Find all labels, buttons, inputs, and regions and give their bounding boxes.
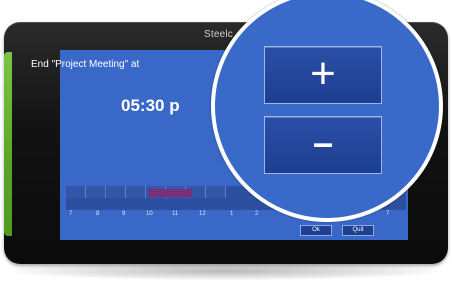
hour-label: 9 bbox=[122, 211, 126, 217]
decrease-time-button[interactable]: – bbox=[264, 116, 382, 174]
hour-label: 7 bbox=[386, 211, 390, 217]
hour-label: 10 bbox=[146, 211, 153, 217]
timeline-slot[interactable] bbox=[206, 186, 226, 198]
timeline-slot[interactable] bbox=[66, 186, 86, 198]
timeline-slot[interactable] bbox=[86, 186, 106, 198]
event-message: End "Project Meeting" at bbox=[31, 59, 140, 70]
accent-strip bbox=[4, 52, 12, 236]
hour-label: 8 bbox=[96, 211, 100, 217]
device-shadow bbox=[14, 262, 438, 280]
hour-label: 1 bbox=[230, 211, 234, 217]
plus-icon: + bbox=[310, 49, 336, 98]
zoom-magnifier: + – bbox=[211, 0, 443, 222]
timeline-slot[interactable] bbox=[106, 186, 126, 198]
ok-button[interactable]: Ok bbox=[300, 225, 332, 236]
booked-block bbox=[148, 189, 192, 197]
minus-icon: – bbox=[312, 122, 334, 163]
hour-label: 2 bbox=[255, 211, 259, 217]
hour-label: 11 bbox=[172, 211, 179, 217]
timeline-slot[interactable] bbox=[126, 186, 146, 198]
hour-label: 12 bbox=[199, 211, 206, 217]
increase-time-button[interactable]: + bbox=[264, 46, 382, 104]
hour-label: 7 bbox=[69, 211, 73, 217]
brand-logo: Steelc bbox=[204, 29, 233, 40]
quit-button[interactable]: Quit bbox=[342, 225, 374, 236]
end-time: 05:30 p bbox=[121, 96, 180, 115]
